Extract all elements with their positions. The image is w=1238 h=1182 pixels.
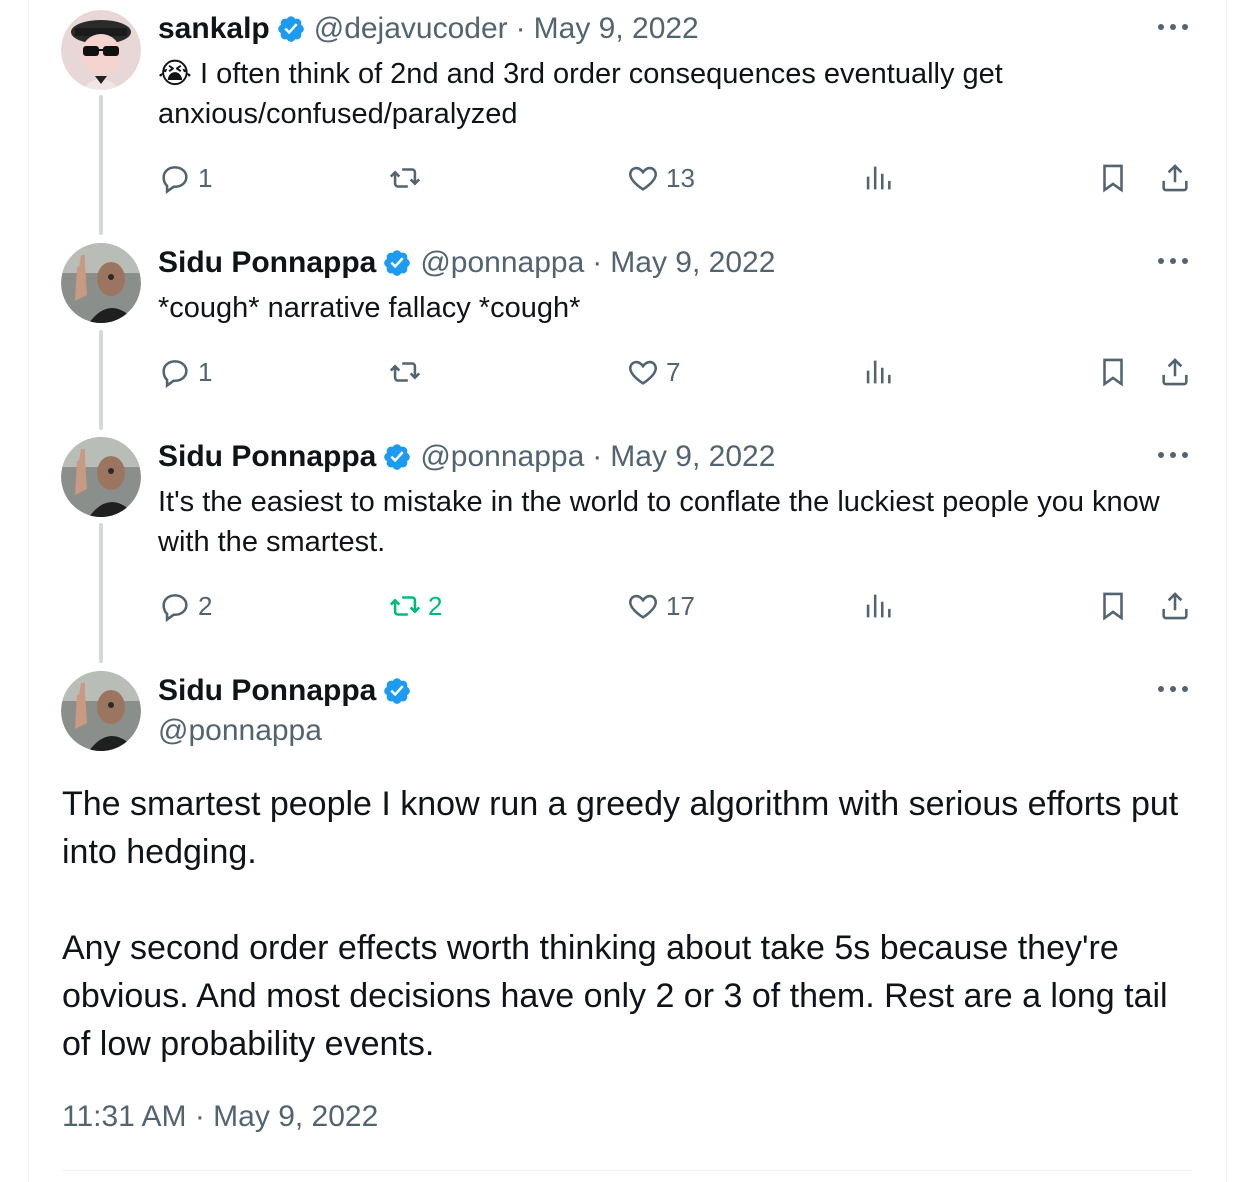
author-handle[interactable]: @ponnappa	[158, 714, 420, 748]
thread-line	[99, 523, 103, 663]
author-handle[interactable]: @ponnappa	[420, 246, 584, 280]
more-icon[interactable]	[1155, 674, 1191, 704]
tweet-text: It's the easiest to mistake in the world…	[158, 482, 1198, 562]
tweet-body: It's the easiest to mistake in the world…	[158, 486, 1160, 558]
retweet-button[interactable]	[388, 352, 428, 392]
reply-button[interactable]: 1	[158, 158, 212, 198]
tweet-actions: 2 2 17	[158, 586, 1198, 626]
retweet-icon	[389, 168, 421, 188]
like-icon	[629, 166, 657, 191]
retweet-count: 2	[428, 590, 443, 621]
more-icon[interactable]	[1155, 246, 1191, 276]
avatar[interactable]	[61, 10, 141, 90]
like-button[interactable]: 17	[626, 586, 695, 626]
reply-icon	[162, 166, 188, 194]
like-icon	[629, 594, 657, 619]
reply-icon	[162, 594, 188, 622]
separator: ·	[592, 440, 603, 473]
verified-badge-icon	[384, 678, 411, 704]
divider	[62, 1170, 1193, 1171]
more-icon[interactable]	[1155, 440, 1191, 470]
reply-count: 1	[198, 356, 213, 387]
author-name[interactable]: Sidu Ponnappa	[158, 674, 376, 708]
separator: ·	[592, 246, 603, 279]
thread-line	[99, 95, 103, 235]
bookmark-button[interactable]	[1096, 586, 1130, 626]
bookmark-button[interactable]	[1096, 158, 1130, 198]
verified-badge-icon	[384, 444, 411, 470]
tweet-date[interactable]: May 9, 2022	[610, 246, 775, 280]
author-name[interactable]: Sidu Ponnappa	[158, 440, 376, 474]
bookmark-icon	[1103, 592, 1123, 621]
tweet-body: I often think of 2nd and 3rd order conse…	[158, 58, 1003, 130]
retweet-icon	[389, 362, 421, 382]
tweet-actions: 1 13	[158, 158, 1198, 198]
like-button[interactable]: 13	[626, 158, 695, 198]
tweet-date[interactable]: May 9, 2022	[610, 440, 775, 474]
share-button[interactable]	[1158, 158, 1192, 198]
main-tweet-paragraph: Any second order effects worth thinking …	[62, 929, 1168, 1063]
share-button[interactable]	[1158, 352, 1192, 392]
main-tweet-header: Sidu Ponnappa @ponnappa	[158, 674, 420, 748]
tweet-timestamp[interactable]: 11:31 AM · May 9, 2022	[62, 1100, 378, 1134]
main-tweet-paragraph: The smartest people I know run a greedy …	[62, 785, 1179, 871]
views-button[interactable]	[861, 586, 895, 626]
views-button[interactable]	[861, 352, 895, 392]
like-button[interactable]: 7	[626, 352, 680, 392]
thread-line	[99, 330, 103, 430]
reply-button[interactable]: 2	[158, 586, 212, 626]
reply-button[interactable]: 1	[158, 352, 212, 392]
author-handle[interactable]: @ponnappa	[420, 440, 584, 474]
emoji: 😭	[158, 58, 192, 90]
more-icon[interactable]	[1155, 12, 1191, 42]
separator: ·	[515, 12, 526, 45]
tweet-date[interactable]: May 9, 2022	[534, 12, 699, 46]
reply-icon	[162, 360, 188, 388]
share-icon	[1162, 164, 1188, 192]
verified-badge-icon	[277, 16, 304, 42]
bookmark-icon	[1103, 164, 1123, 193]
main-tweet-text: The smartest people I know run a greedy …	[62, 780, 1202, 1116]
reply-count: 1	[198, 162, 213, 193]
tweet-actions: 1 7	[158, 352, 1198, 392]
like-icon	[629, 360, 657, 385]
views-button[interactable]	[861, 158, 895, 198]
tweet-header: sankalp @dejavucoder · May 9, 2022	[158, 12, 699, 46]
verified-badge-icon	[384, 250, 411, 276]
author-handle[interactable]: @dejavucoder	[314, 12, 508, 46]
reply-count: 2	[198, 590, 213, 621]
share-button[interactable]	[1158, 586, 1192, 626]
tweet-header: Sidu Ponnappa @ponnappa · May 9, 2022	[158, 246, 775, 280]
retweet-icon	[389, 596, 421, 616]
share-icon	[1162, 592, 1188, 620]
retweet-button[interactable]: 2	[388, 586, 442, 626]
retweet-button[interactable]	[388, 158, 428, 198]
author-name[interactable]: sankalp	[158, 12, 270, 46]
views-icon	[866, 166, 891, 190]
avatar[interactable]	[61, 437, 141, 517]
like-count: 7	[666, 356, 681, 387]
share-icon	[1162, 358, 1188, 386]
avatar[interactable]	[61, 243, 141, 323]
author-name[interactable]: Sidu Ponnappa	[158, 246, 376, 280]
like-count: 17	[666, 590, 695, 621]
tweet-body: *cough* narrative fallacy *cough*	[158, 292, 581, 324]
views-icon	[866, 360, 891, 384]
bookmark-button[interactable]	[1096, 352, 1130, 392]
tweet-text: 😭 I often think of 2nd and 3rd order con…	[158, 54, 1198, 134]
tweet-header: Sidu Ponnappa @ponnappa · May 9, 2022	[158, 440, 775, 474]
tweet-text: *cough* narrative fallacy *cough*	[158, 288, 1198, 328]
like-count: 13	[666, 162, 695, 193]
bookmark-icon	[1103, 358, 1123, 387]
avatar[interactable]	[61, 671, 141, 751]
views-icon	[866, 594, 891, 618]
